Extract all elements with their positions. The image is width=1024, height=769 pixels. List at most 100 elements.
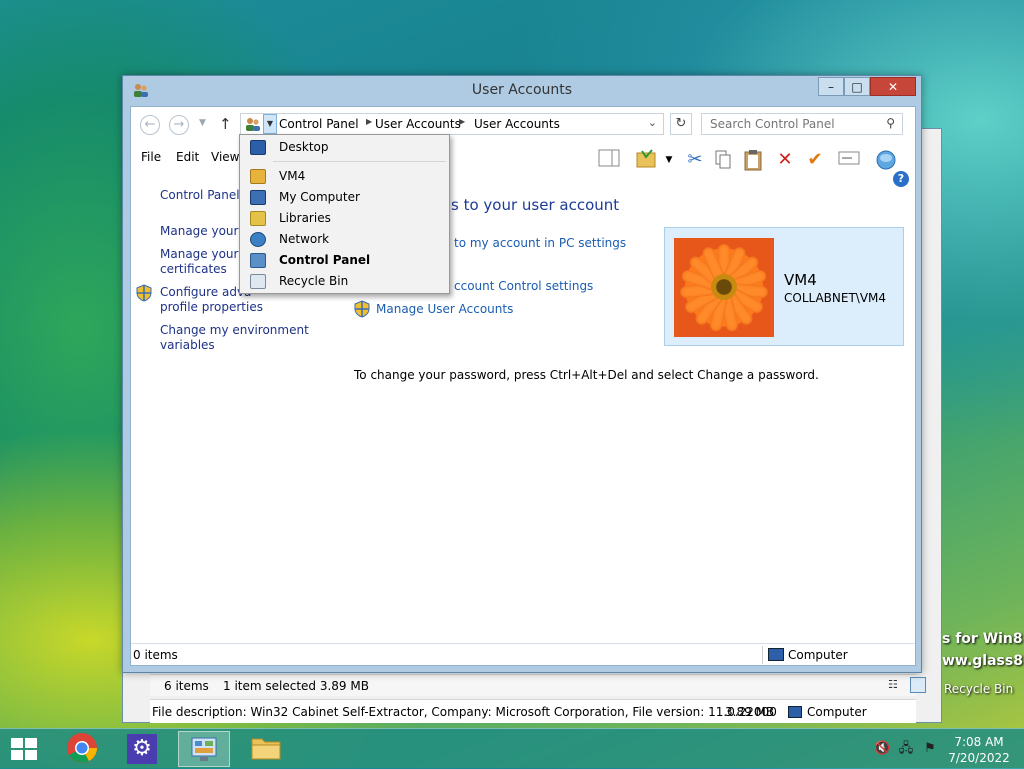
control-panel-icon <box>250 253 266 268</box>
taskbar: ⚙ 🔇 🖧 ⚑ 7:08 AM 7/20/2022 <box>0 728 1024 768</box>
control-panel-users-icon[interactable] <box>243 115 263 133</box>
glass8-label-line1: s for Win8.1 <box>942 631 1024 647</box>
shell-globe-icon[interactable] <box>874 149 898 171</box>
breadcrumb-control-panel[interactable]: Control Panel <box>279 117 359 131</box>
link-manage-user-accounts[interactable]: Manage User Accounts <box>376 302 513 316</box>
uac-shield-icon <box>136 284 152 302</box>
folder-icon <box>251 738 281 760</box>
uac-shield-icon <box>354 300 370 318</box>
user-domain: COLLABNET\VM4 <box>784 291 887 305</box>
preview-pane-icon[interactable] <box>597 149 621 171</box>
delete-icon[interactable]: ✕ <box>773 149 797 171</box>
leftnav-environment-variables[interactable]: variables <box>160 338 215 353</box>
clock-date: 7/20/2022 <box>948 751 1010 765</box>
address-dropdown-button[interactable]: ▼ <box>263 114 277 134</box>
dropdown-item-recycle-bin[interactable]: Recycle Bin <box>241 271 448 292</box>
cut-icon[interactable]: ✂ <box>683 149 707 171</box>
help-icon[interactable]: ? <box>893 171 909 187</box>
copy-icon[interactable] <box>711 149 735 171</box>
dropdown-label: Desktop <box>279 140 329 154</box>
breadcrumb-user-accounts-current[interactable]: User Accounts <box>474 117 560 131</box>
background-location: Computer <box>807 705 867 719</box>
close-button[interactable]: ✕ <box>870 77 916 96</box>
dropdown-item-my-computer[interactable]: My Computer <box>241 187 448 208</box>
file-description: File description: Win32 Cabinet Self-Ext… <box>152 705 777 719</box>
dropdown-item-control-panel[interactable]: Control Panel <box>241 250 448 271</box>
folder-options-icon[interactable] <box>634 149 658 171</box>
computer-icon <box>788 706 802 718</box>
search-input[interactable] <box>708 115 878 133</box>
start-button[interactable] <box>11 738 39 762</box>
user-avatar <box>674 238 774 337</box>
desktop-icon-label-glass8[interactable]: s for Win8.1 ww.glass8.eu <box>942 628 1024 672</box>
menu-file[interactable]: File <box>141 150 161 164</box>
dropdown-item-vm4[interactable]: VM4 <box>241 166 448 187</box>
computer-icon <box>250 190 266 205</box>
title-bar[interactable]: User Accounts – □ ✕ <box>123 76 921 106</box>
desktop-icon <box>250 140 266 155</box>
search-box[interactable]: ⚲ <box>701 113 903 135</box>
address-history-chevron-icon[interactable]: ⌄ <box>648 116 657 129</box>
forward-button[interactable]: → <box>169 115 189 135</box>
address-dropdown-menu: Desktop VM4 My Computer Libraries Networ… <box>239 134 450 294</box>
link-uac-settings[interactable]: ccount Control settings <box>454 279 593 293</box>
dropdown-label: Libraries <box>279 211 331 225</box>
libraries-icon <box>250 211 266 226</box>
system-clock[interactable]: 7:08 AM 7/20/2022 <box>946 734 1012 766</box>
up-button[interactable]: ↑ <box>219 115 232 133</box>
details-view-icon[interactable]: ☷ <box>888 678 898 691</box>
leftnav-manage-file-encryption[interactable]: Manage your fi <box>160 247 250 262</box>
leftnav-change-environment[interactable]: Change my environment <box>160 323 309 338</box>
window-title: User Accounts <box>471 82 573 98</box>
volume-muted-icon[interactable]: 🔇 <box>874 741 890 757</box>
dropdown-label: Network <box>279 232 330 246</box>
dropdown-item-network[interactable]: Network <box>241 229 448 250</box>
network-status-icon[interactable]: 🖧 <box>898 741 914 757</box>
action-center-icon[interactable]: ⚑ <box>922 741 938 757</box>
page-heading: s to your user account <box>451 196 620 214</box>
recent-locations-chevron-icon[interactable]: ▼ <box>199 118 206 128</box>
network-icon <box>250 232 266 247</box>
refresh-button[interactable]: ↻ <box>670 113 692 135</box>
breadcrumb-separator-icon[interactable]: ▶ <box>459 117 465 126</box>
properties-check-icon[interactable]: ✔ <box>803 149 827 171</box>
dropdown-label: My Computer <box>279 190 360 204</box>
dropdown-label: VM4 <box>279 169 306 183</box>
leftnav-manage-credentials[interactable]: Manage your c <box>160 224 249 239</box>
user-name: VM4 <box>784 271 817 289</box>
gear-icon: ⚙ <box>127 734 157 764</box>
large-icons-view-icon[interactable] <box>910 677 926 693</box>
dropdown-item-libraries[interactable]: Libraries <box>241 208 448 229</box>
dropdown-label: Control Panel <box>279 253 371 267</box>
windows-logo-icon <box>11 738 23 748</box>
taskbar-chrome[interactable] <box>56 731 108 767</box>
status-location: Computer <box>788 648 848 662</box>
paste-icon[interactable] <box>741 149 765 171</box>
clock-time: 7:08 AM <box>954 735 1004 749</box>
leftnav-profile-properties[interactable]: profile properties <box>160 300 263 315</box>
minimize-button[interactable]: – <box>818 77 844 96</box>
dropdown-item-desktop[interactable]: Desktop <box>241 137 448 158</box>
password-instructions: To change your password, press Ctrl+Alt+… <box>354 368 819 382</box>
address-bar[interactable]: ▼ Control Panel ▶ User Accounts ▶ User A… <box>240 113 664 135</box>
taskbar-file-explorer[interactable] <box>240 731 292 767</box>
leftnav-certificates[interactable]: certificates <box>160 262 227 277</box>
maximize-button[interactable]: □ <box>844 77 870 96</box>
back-button[interactable]: ← <box>140 115 160 135</box>
leftnav-configure-advanced-profile[interactable]: Configure adva <box>160 285 251 300</box>
search-icon[interactable]: ⚲ <box>886 116 895 130</box>
menu-edit[interactable]: Edit <box>176 150 199 164</box>
breadcrumb-user-accounts[interactable]: User Accounts <box>375 117 461 131</box>
rename-icon[interactable] <box>837 149 861 171</box>
status-bar: 0 items Computer <box>131 643 915 665</box>
organize-dropdown-icon[interactable]: ▼ <box>657 149 681 171</box>
status-divider <box>762 646 763 664</box>
taskbar-control-panel[interactable] <box>178 731 230 767</box>
taskbar-settings[interactable]: ⚙ <box>117 731 169 767</box>
user-card: VM4 COLLABNET\VM4 <box>664 227 904 346</box>
dropdown-separator <box>273 161 446 162</box>
menu-view[interactable]: View <box>211 150 239 164</box>
breadcrumb-separator-icon[interactable]: ▶ <box>366 117 372 126</box>
desktop-recycle-bin-label[interactable]: Recycle Bin <box>944 682 1013 696</box>
link-pc-settings[interactable]: to my account in PC settings <box>454 236 626 250</box>
